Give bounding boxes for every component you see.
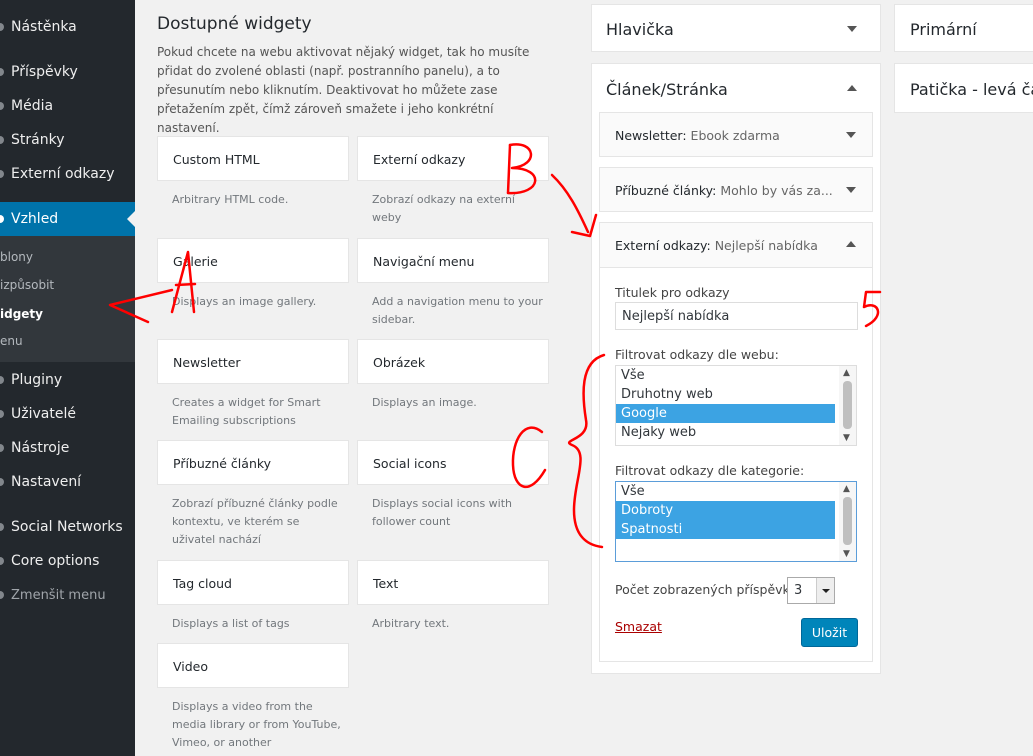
annotation-letter-b-bowl <box>506 143 537 195</box>
annotation-number-five <box>862 290 882 328</box>
annotation-letter-a-bar <box>174 282 197 287</box>
annotation-letter-c <box>511 426 547 489</box>
annotation-arrow-a <box>108 288 174 324</box>
annotation-letter-b <box>506 143 512 195</box>
annotation-arrow-b <box>550 173 590 234</box>
annotation-brace <box>568 353 606 549</box>
annotation-letter-a <box>170 250 196 314</box>
annotation-overlay: A B C 5 <box>108 143 882 549</box>
